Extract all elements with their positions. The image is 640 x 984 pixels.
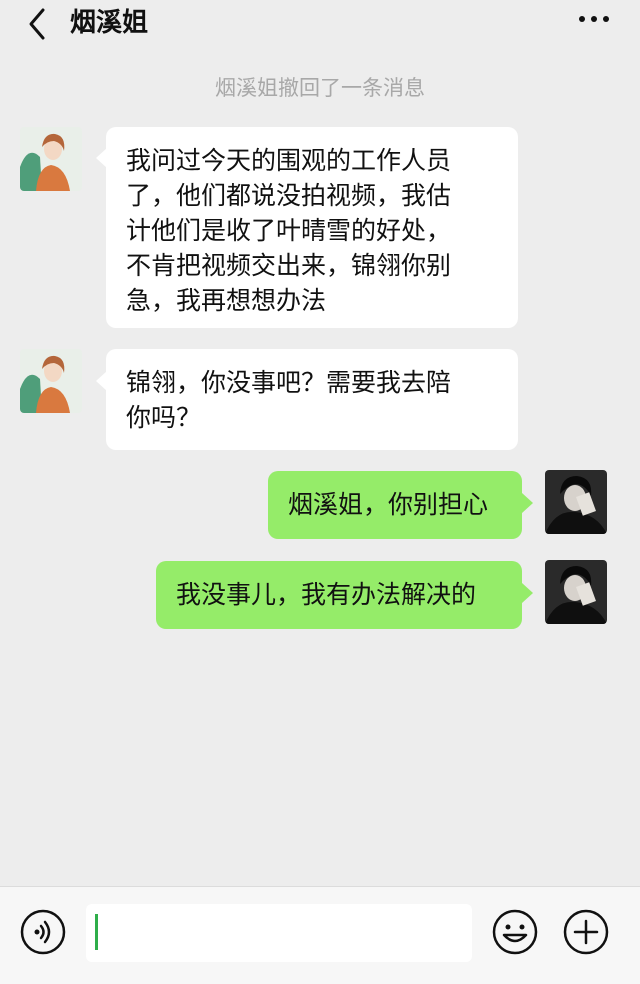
bubble-tail — [522, 583, 533, 603]
received-message-bubble[interactable]: 我问过今天的围观的工作人员 了，他们都说没拍视频，我估 计他们是收了叶晴雪的好处… — [106, 127, 518, 328]
my-avatar[interactable] — [545, 470, 607, 534]
message-line: 我问过今天的围观的工作人员 — [126, 146, 452, 175]
input-bar — [0, 886, 640, 984]
recall-notice: 烟溪姐撤回了一条消息 — [215, 76, 425, 100]
chevron-left-icon[interactable] — [26, 7, 48, 41]
message-line: 我没事儿，我有办法解决的 — [176, 580, 477, 609]
received-message-bubble[interactable]: 锦翎，你没事吧？需要我去陪 你吗？ — [106, 349, 518, 450]
bubble-tail — [522, 493, 533, 513]
message-line: 你吗？ — [126, 403, 202, 432]
sent-message-bubble[interactable]: 烟溪姐，你别担心 — [268, 471, 522, 539]
contact-avatar[interactable] — [20, 349, 82, 413]
message-line: 不肯把视频交出来，锦翎你别 — [126, 251, 452, 280]
voice-icon[interactable] — [20, 909, 66, 955]
sent-message-bubble[interactable]: 我没事儿，我有办法解决的 — [156, 561, 522, 629]
more-dots-icon[interactable] — [578, 12, 610, 26]
message-line: 了，他们都说没拍视频，我估 — [126, 181, 452, 210]
message-line: 烟溪姐，你别担心 — [288, 490, 489, 519]
chat-header: 烟溪姐 — [0, 0, 640, 58]
message-line: 锦翎，你没事吧？需要我去陪 — [126, 368, 452, 397]
chat-title: 烟溪姐 — [70, 8, 149, 38]
message-line: 计他们是收了叶晴雪的好处， — [126, 216, 452, 245]
emoji-icon[interactable] — [492, 909, 538, 955]
text-cursor — [95, 914, 98, 950]
message-line: 急，我再想想办法 — [126, 286, 327, 315]
my-avatar[interactable] — [545, 560, 607, 624]
message-input[interactable] — [86, 904, 472, 962]
plus-icon[interactable] — [563, 909, 609, 955]
contact-avatar[interactable] — [20, 127, 82, 191]
